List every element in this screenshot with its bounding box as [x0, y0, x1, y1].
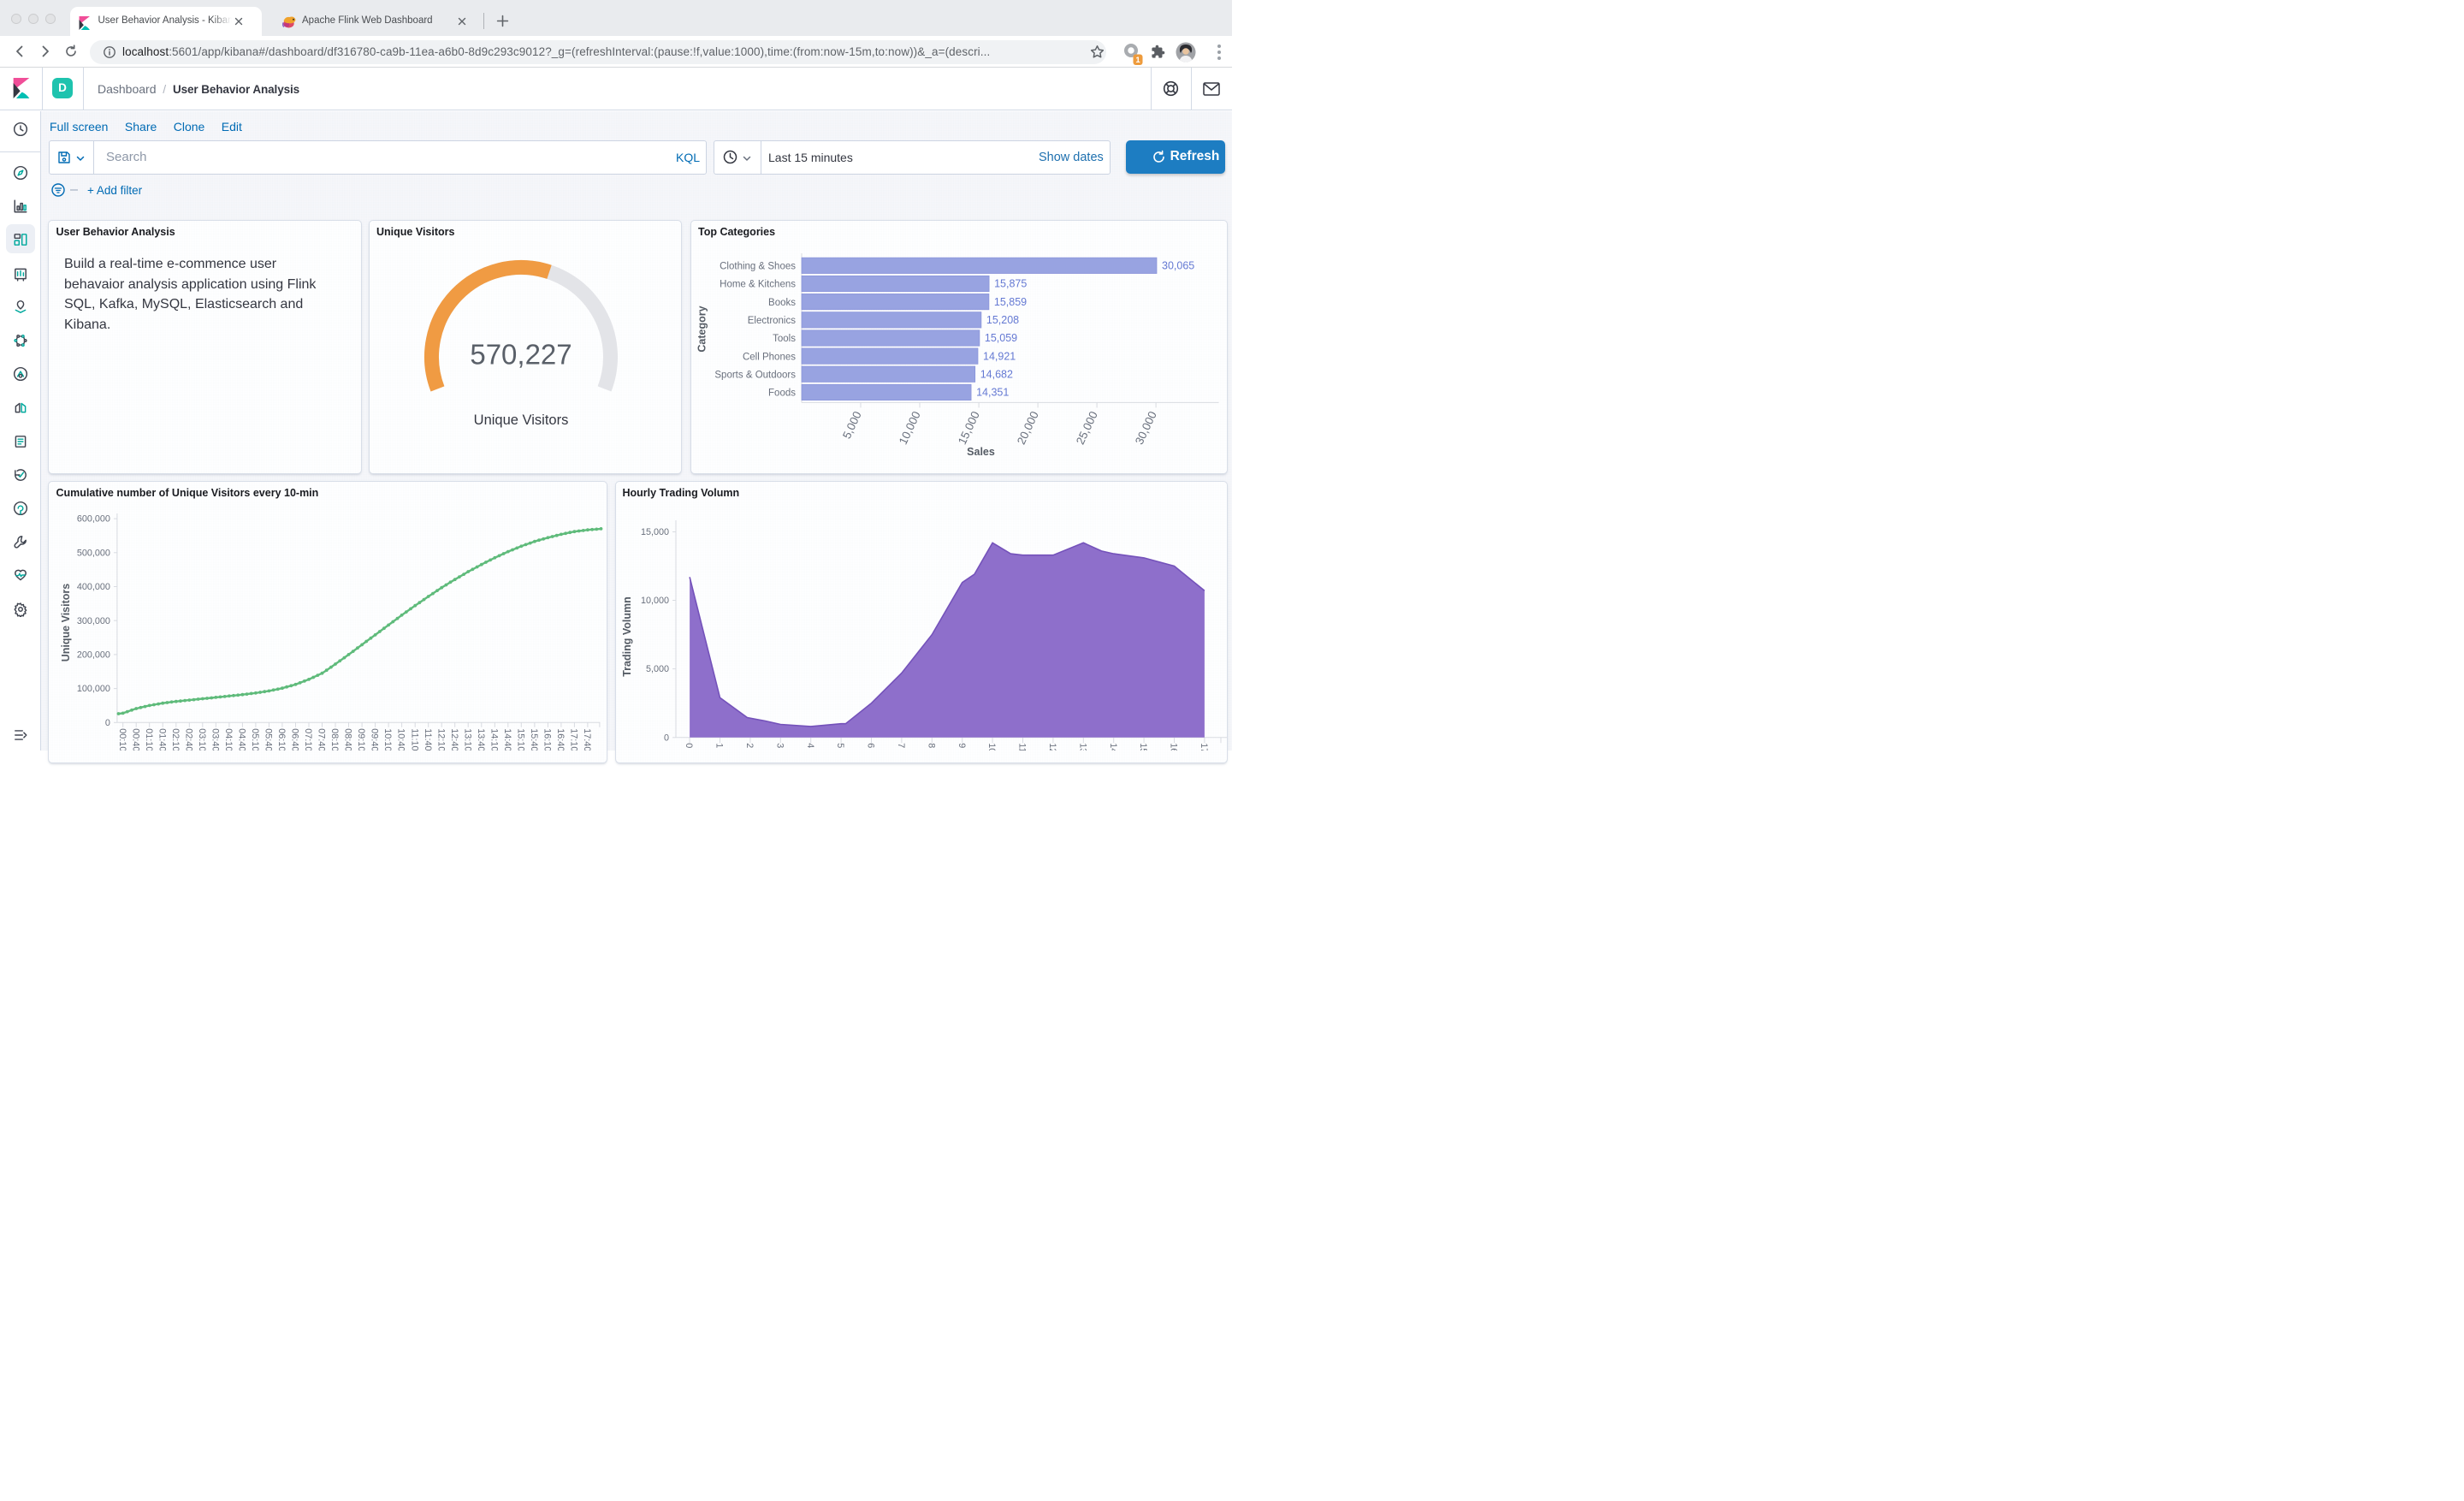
svg-text:17: 17 [1199, 743, 1209, 750]
svg-text:5,000: 5,000 [646, 664, 669, 674]
svg-text:13:40: 13:40 [476, 728, 486, 750]
svg-text:25,000: 25,000 [1073, 409, 1099, 446]
svg-text:11: 11 [1017, 743, 1028, 750]
svg-text:200,000: 200,000 [77, 650, 110, 661]
svg-text:02:40: 02:40 [183, 728, 193, 750]
svg-text:30,000: 30,000 [1132, 409, 1158, 446]
svg-text:15,000: 15,000 [955, 409, 981, 446]
svg-text:Unique Visitors: Unique Visitors [60, 584, 72, 662]
svg-text:10:40: 10:40 [396, 728, 406, 750]
svg-text:7: 7 [896, 743, 906, 748]
svg-text:13: 13 [1077, 743, 1087, 750]
svg-text:00:40: 00:40 [130, 728, 140, 750]
svg-text:Sports & Outdoors: Sports & Outdoors [714, 371, 796, 381]
svg-text:15,875: 15,875 [994, 278, 1027, 290]
svg-text:0: 0 [664, 733, 669, 743]
svg-text:Category: Category [696, 306, 708, 352]
svg-text:5: 5 [835, 743, 845, 748]
svg-text:Books: Books [768, 298, 796, 308]
svg-text:16:40: 16:40 [555, 728, 566, 750]
svg-text:16: 16 [1169, 743, 1179, 750]
svg-text:12: 12 [1047, 743, 1057, 750]
svg-text:07:40: 07:40 [317, 728, 327, 750]
svg-text:10: 10 [986, 743, 997, 750]
svg-text:10,000: 10,000 [641, 596, 669, 606]
svg-text:Electronics: Electronics [747, 316, 795, 326]
svg-text:14: 14 [1108, 743, 1118, 750]
svg-text:12:40: 12:40 [449, 728, 459, 750]
svg-text:04:10: 04:10 [223, 728, 234, 750]
svg-text:15,059: 15,059 [984, 332, 1016, 344]
svg-text:14,921: 14,921 [983, 350, 1016, 362]
svg-text:15:10: 15:10 [515, 728, 525, 750]
svg-text:17:40: 17:40 [582, 728, 592, 750]
svg-text:16:10: 16:10 [542, 728, 553, 750]
svg-text:30,065: 30,065 [1162, 260, 1194, 272]
svg-text:600,000: 600,000 [77, 514, 110, 525]
svg-text:14:10: 14:10 [489, 728, 499, 750]
svg-text:9: 9 [957, 743, 967, 748]
svg-text:10,000: 10,000 [896, 409, 922, 446]
svg-text:08:40: 08:40 [343, 728, 353, 750]
svg-text:06:10: 06:10 [276, 728, 287, 750]
svg-text:01:10: 01:10 [144, 728, 154, 750]
svg-text:400,000: 400,000 [77, 582, 110, 592]
svg-text:8: 8 [926, 743, 936, 748]
svg-text:06:40: 06:40 [290, 728, 300, 750]
svg-text:0: 0 [684, 743, 694, 748]
svg-text:14,351: 14,351 [976, 387, 1009, 399]
svg-text:500,000: 500,000 [77, 548, 110, 558]
svg-text:08:10: 08:10 [329, 728, 340, 750]
svg-text:03:10: 03:10 [197, 728, 207, 750]
svg-text:09:40: 09:40 [370, 728, 380, 750]
svg-text:14:40: 14:40 [502, 728, 512, 750]
svg-text:300,000: 300,000 [77, 616, 110, 626]
svg-text:03:40: 03:40 [210, 728, 220, 750]
svg-text:Trading Volumn: Trading Volumn [621, 596, 633, 677]
svg-text:Unique Visitors: Unique Visitors [473, 412, 568, 428]
svg-text:05:40: 05:40 [264, 728, 274, 750]
svg-text:15,208: 15,208 [986, 314, 1018, 326]
svg-text:07:10: 07:10 [303, 728, 313, 750]
svg-text:15: 15 [1138, 743, 1148, 750]
svg-text:1: 1 [714, 743, 725, 748]
svg-text:100,000: 100,000 [77, 684, 110, 694]
svg-text:2: 2 [744, 743, 755, 748]
svg-text:3: 3 [774, 743, 785, 748]
svg-text:17:10: 17:10 [569, 728, 579, 750]
svg-text:05:10: 05:10 [250, 728, 260, 750]
svg-text:00:10: 00:10 [117, 728, 127, 750]
svg-text:13:10: 13:10 [462, 728, 472, 750]
svg-text:09:10: 09:10 [356, 728, 366, 750]
svg-text:5,000: 5,000 [839, 409, 863, 441]
svg-text:Tools: Tools [773, 334, 796, 344]
svg-text:570,227: 570,227 [470, 339, 572, 371]
svg-text:Clothing & Shoes: Clothing & Shoes [720, 262, 796, 272]
svg-text:14,682: 14,682 [980, 369, 1012, 381]
svg-text:4: 4 [805, 743, 815, 748]
svg-text:Home & Kitchens: Home & Kitchens [720, 280, 796, 290]
svg-text:0: 0 [105, 718, 110, 728]
svg-text:10:10: 10:10 [382, 728, 393, 750]
svg-text:Foods: Foods [768, 389, 796, 399]
svg-text:20,000: 20,000 [1014, 409, 1040, 446]
svg-text:11:40: 11:40 [423, 728, 433, 750]
svg-text:Cell Phones: Cell Phones [742, 352, 795, 362]
svg-text:01:40: 01:40 [157, 728, 167, 750]
svg-text:04:40: 04:40 [237, 728, 247, 750]
svg-text:02:10: 02:10 [170, 728, 181, 750]
svg-text:15,859: 15,859 [993, 296, 1026, 308]
svg-text:1: 1 [1135, 56, 1140, 65]
svg-text:15:40: 15:40 [529, 728, 539, 750]
svg-text:6: 6 [866, 743, 876, 748]
svg-text:11:10: 11:10 [409, 728, 419, 750]
svg-text:Sales: Sales [967, 446, 995, 458]
svg-text:12:10: 12:10 [435, 728, 446, 750]
svg-text:15,000: 15,000 [641, 527, 669, 537]
